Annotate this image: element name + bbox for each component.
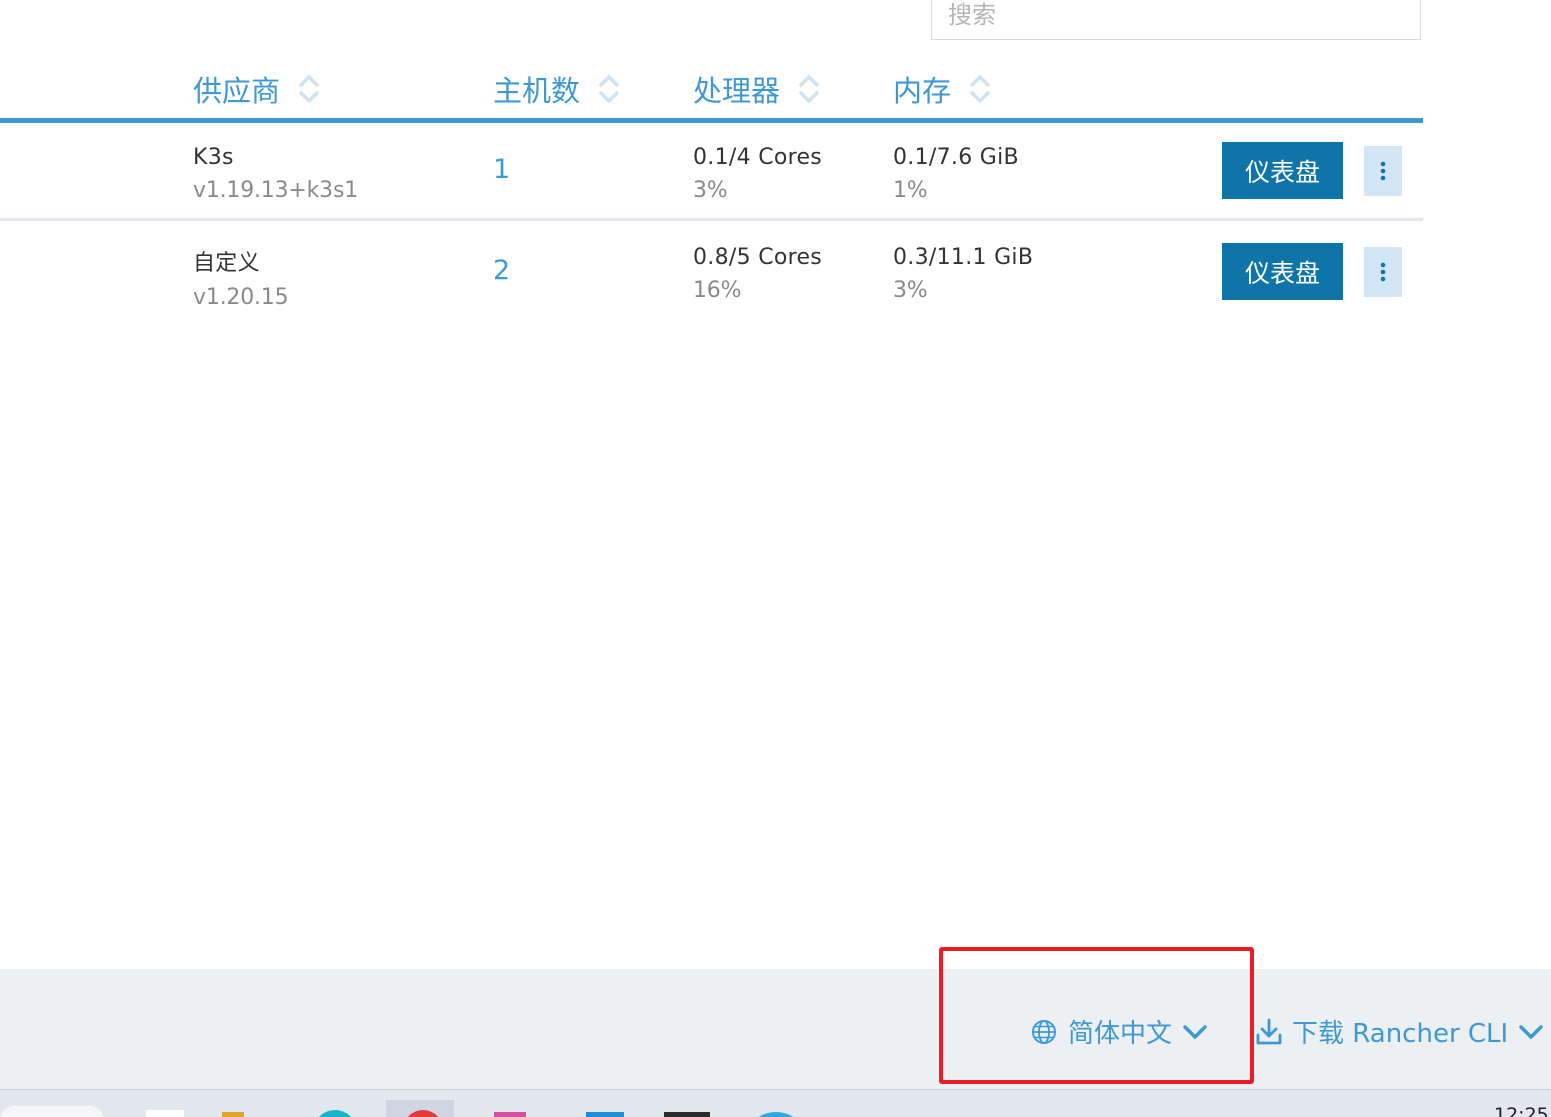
download-cli-link[interactable]: 下载 Rancher CLI xyxy=(1256,1013,1544,1050)
provider-cell: K3s v1.19.13+k3s1 xyxy=(193,145,358,203)
memory-percent: 1% xyxy=(893,178,928,203)
cpu-percent: 3% xyxy=(693,178,728,203)
column-header-label: 处理器 xyxy=(693,74,781,108)
sort-icon xyxy=(970,75,990,103)
column-header-provider[interactable]: 供应商 xyxy=(193,68,320,110)
os-taskbar: 12:25 xyxy=(0,1089,1551,1117)
taskbar-folder-icon[interactable] xyxy=(222,1112,244,1117)
taskbar-app-icon[interactable] xyxy=(586,1112,624,1117)
sort-icon xyxy=(799,75,819,103)
dashboard-button[interactable]: 仪表盘 xyxy=(1222,142,1343,199)
column-header-label: 供应商 xyxy=(193,74,281,108)
host-count-link[interactable]: 2 xyxy=(493,255,510,286)
chevron-down-icon xyxy=(1519,1024,1543,1039)
sort-icon xyxy=(599,75,619,103)
sort-icon xyxy=(299,75,319,103)
memory-cell: 0.3/11.1 GiB 3% xyxy=(893,245,1033,303)
provider-cell: 自定义 v1.20.15 xyxy=(193,245,289,310)
table-header: 供应商 主机数 处理器 内存 xyxy=(0,60,1423,124)
taskbar-app-icon[interactable] xyxy=(494,1112,526,1117)
memory-usage: 0.1/7.6 GiB xyxy=(893,145,1019,170)
provider-name: K3s xyxy=(193,145,234,170)
provider-version: v1.19.13+k3s1 xyxy=(193,178,359,203)
column-header-label: 内存 xyxy=(893,74,952,108)
search-placeholder: 搜索 xyxy=(948,1,996,29)
cpu-usage: 0.8/5 Cores xyxy=(693,245,823,270)
row-actions-button[interactable] xyxy=(1364,146,1402,196)
taskbar-app-icon[interactable] xyxy=(146,1110,184,1117)
cpu-usage: 0.1/4 Cores xyxy=(693,145,823,170)
search-input[interactable]: 搜索 xyxy=(931,0,1421,40)
dashboard-button[interactable]: 仪表盘 xyxy=(1222,243,1343,300)
taskbar-clock: 12:25 xyxy=(1494,1104,1549,1117)
cluster-list-page: 搜索 供应商 主机数 处理器 内存 K3s v1.19.13+k3s1 1 0.… xyxy=(0,0,1551,1117)
kebab-menu-icon xyxy=(1380,161,1386,181)
table-row: 自定义 v1.20.15 2 0.8/5 Cores 16% 0.3/11.1 … xyxy=(0,221,1423,317)
taskbar-terminal-icon[interactable] xyxy=(664,1112,710,1117)
annotation-highlight-box xyxy=(939,947,1254,1084)
taskbar-search-pill[interactable] xyxy=(0,1106,104,1117)
cpu-percent: 16% xyxy=(693,278,742,303)
provider-name: 自定义 xyxy=(193,251,260,276)
provider-version: v1.20.15 xyxy=(193,285,289,310)
row-actions-button[interactable] xyxy=(1364,247,1402,297)
memory-usage: 0.3/11.1 GiB xyxy=(893,245,1034,270)
download-cli-label: 下载 Rancher CLI xyxy=(1292,1019,1509,1049)
taskbar-app-icon[interactable] xyxy=(750,1112,802,1117)
footer: 简体中文 下载 Rancher CLI xyxy=(0,969,1551,1089)
memory-percent: 3% xyxy=(893,278,928,303)
table-row: K3s v1.19.13+k3s1 1 0.1/4 Cores 3% 0.1/7… xyxy=(0,123,1423,219)
memory-cell: 0.1/7.6 GiB 1% xyxy=(893,145,1019,203)
cpu-cell: 0.1/4 Cores 3% xyxy=(693,145,822,203)
host-count-link[interactable]: 1 xyxy=(493,154,510,185)
column-header-hosts[interactable]: 主机数 xyxy=(493,68,620,110)
cpu-cell: 0.8/5 Cores 16% xyxy=(693,245,822,303)
taskbar-app-icon[interactable] xyxy=(314,1110,356,1117)
column-header-label: 主机数 xyxy=(493,74,581,108)
column-header-cpu[interactable]: 处理器 xyxy=(693,68,820,110)
column-header-memory[interactable]: 内存 xyxy=(893,68,991,110)
kebab-menu-icon xyxy=(1380,262,1386,282)
download-icon xyxy=(1256,1018,1282,1044)
